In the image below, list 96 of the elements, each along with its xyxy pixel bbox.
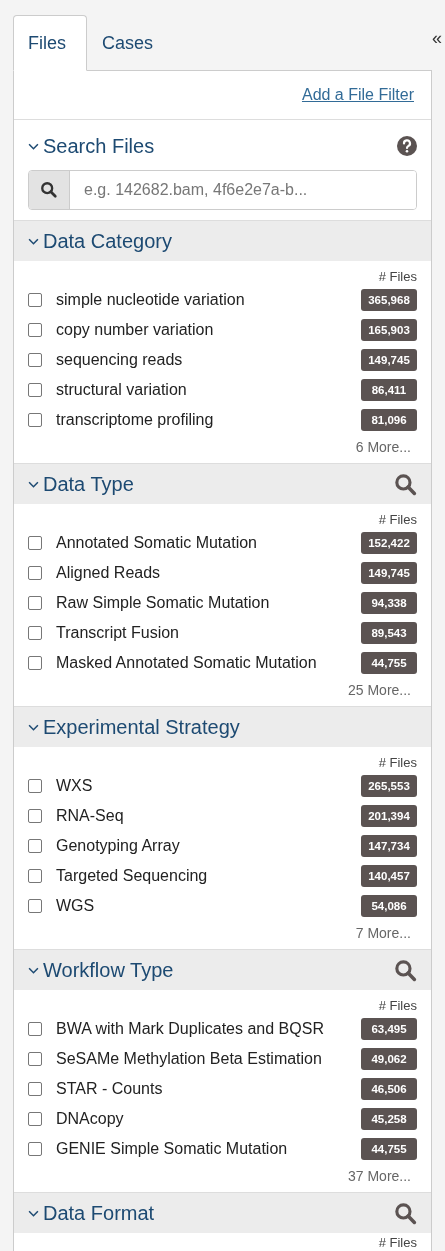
checkbox[interactable] xyxy=(28,413,42,427)
checkbox[interactable] xyxy=(28,1142,42,1156)
help-icon[interactable] xyxy=(397,136,417,156)
facet-option-label[interactable]: transcriptome profiling xyxy=(56,411,361,429)
more-link[interactable]: 25 More... xyxy=(347,682,411,698)
checkbox[interactable] xyxy=(28,353,42,367)
section-title[interactable]: Search Files xyxy=(43,134,155,158)
file-count: 86,411 xyxy=(361,379,417,401)
chevron-icon xyxy=(28,1209,39,1217)
chevron-icon xyxy=(28,723,39,731)
file-count: 49,062 xyxy=(361,1048,417,1070)
facet-option-label[interactable]: SeSAMe Methylation Beta Estimation xyxy=(56,1050,361,1068)
facet-option-label[interactable]: WGS xyxy=(56,897,361,915)
checkbox[interactable] xyxy=(28,566,42,580)
facet-option-label[interactable]: structural variation xyxy=(56,381,361,399)
file-count: 165,903 xyxy=(361,319,417,341)
facet-title: Data Format xyxy=(43,1201,155,1225)
facet-option-label[interactable]: RNA-Seq xyxy=(56,807,361,825)
checkbox[interactable] xyxy=(28,323,42,337)
facet-header[interactable]: Workflow Type xyxy=(14,950,431,990)
collapse-button[interactable]: « xyxy=(429,15,445,70)
facet-option-label[interactable]: STAR - Counts xyxy=(56,1080,361,1098)
file-count: 54,086 xyxy=(361,895,417,917)
tab[interactable]: Cases xyxy=(87,15,175,71)
checkbox[interactable] xyxy=(28,839,42,853)
facet-option-label[interactable]: simple nucleotide variation xyxy=(56,291,361,309)
more-link[interactable]: 7 More... xyxy=(355,925,411,941)
facet-option-label[interactable]: Aligned Reads xyxy=(56,564,361,582)
facet-option-label[interactable]: Raw Simple Somatic Mutation xyxy=(56,594,361,612)
facet-header[interactable]: Experimental Strategy xyxy=(14,707,431,747)
facet-option-label[interactable]: GENIE Simple Somatic Mutation xyxy=(56,1140,361,1158)
checkbox[interactable] xyxy=(28,626,42,640)
chevron-icon[interactable] xyxy=(28,142,39,150)
file-count: 149,745 xyxy=(361,349,417,371)
checkbox[interactable] xyxy=(28,779,42,793)
facet-option-label[interactable]: sequencing reads xyxy=(56,351,361,369)
facet-option-label[interactable]: Annotated Somatic Mutation xyxy=(56,534,361,552)
checkbox[interactable] xyxy=(28,656,42,670)
checkbox[interactable] xyxy=(28,1082,42,1096)
file-count: 44,755 xyxy=(361,652,417,674)
file-count: 152,422 xyxy=(361,532,417,554)
add-file-filter-link[interactable]: Add a File Filter xyxy=(301,86,414,104)
more-link[interactable]: 6 More... xyxy=(355,439,411,455)
search-field[interactable]: e.g. 142682.bam, 4f6e2e7a-b... xyxy=(28,170,417,210)
facet-header[interactable]: Data Format xyxy=(14,1193,431,1233)
facet-title: Workflow Type xyxy=(43,958,174,982)
more-link[interactable]: 37 More... xyxy=(347,1168,411,1184)
column-header: # Files xyxy=(378,755,417,771)
column-header: # Files xyxy=(378,998,417,1014)
file-count: 265,553 xyxy=(361,775,417,797)
facet-option-label[interactable]: WXS xyxy=(56,777,361,795)
column-header: # Files xyxy=(378,269,417,285)
facet-option-label[interactable]: Masked Annotated Somatic Mutation xyxy=(56,654,361,672)
search-icon[interactable] xyxy=(394,472,417,496)
file-count: 149,745 xyxy=(361,562,417,584)
facet-option-label[interactable]: BWA with Mark Duplicates and BQSR xyxy=(56,1020,361,1038)
file-count: 44,755 xyxy=(361,1138,417,1160)
checkbox[interactable] xyxy=(28,596,42,610)
facet-title: Experimental Strategy xyxy=(43,715,240,739)
chevron-icon xyxy=(28,966,39,974)
file-count: 81,096 xyxy=(361,409,417,431)
facet-title: Data Type xyxy=(43,472,134,496)
facet-option-label[interactable]: Targeted Sequencing xyxy=(56,867,361,885)
checkbox[interactable] xyxy=(28,293,42,307)
checkbox[interactable] xyxy=(28,1022,42,1036)
checkbox[interactable] xyxy=(28,536,42,550)
file-count: 140,457 xyxy=(361,865,417,887)
checkbox[interactable] xyxy=(28,1112,42,1126)
file-count: 201,394 xyxy=(361,805,417,827)
tab[interactable]: Files xyxy=(13,15,87,71)
facet-option-label[interactable]: Genotyping Array xyxy=(56,837,361,855)
facet-option-label[interactable]: DNAcopy xyxy=(56,1110,361,1128)
checkbox[interactable] xyxy=(28,899,42,913)
file-count: 365,968 xyxy=(361,289,417,311)
facet-header[interactable]: Data Type xyxy=(14,464,431,504)
column-header: # Files xyxy=(378,512,417,528)
facet-option-label[interactable]: Transcript Fusion xyxy=(56,624,361,642)
search-icon[interactable] xyxy=(394,1201,417,1225)
facet-title: Data Category xyxy=(43,229,172,253)
search-icon xyxy=(40,181,58,199)
chevron-icon xyxy=(28,480,39,488)
checkbox[interactable] xyxy=(28,869,42,883)
checkbox[interactable] xyxy=(28,383,42,397)
file-count: 94,338 xyxy=(361,592,417,614)
file-count: 89,543 xyxy=(361,622,417,644)
file-count: 147,734 xyxy=(361,835,417,857)
checkbox[interactable] xyxy=(28,809,42,823)
facet-option-label[interactable]: copy number variation xyxy=(56,321,361,339)
file-count: 45,258 xyxy=(361,1108,417,1130)
chevron-icon xyxy=(28,237,39,245)
checkbox[interactable] xyxy=(28,1052,42,1066)
search-icon[interactable] xyxy=(394,958,417,982)
facet-header[interactable]: Data Category xyxy=(14,221,431,261)
file-count: 46,506 xyxy=(361,1078,417,1100)
file-count: 63,495 xyxy=(361,1018,417,1040)
column-header: # Files xyxy=(378,1235,417,1251)
